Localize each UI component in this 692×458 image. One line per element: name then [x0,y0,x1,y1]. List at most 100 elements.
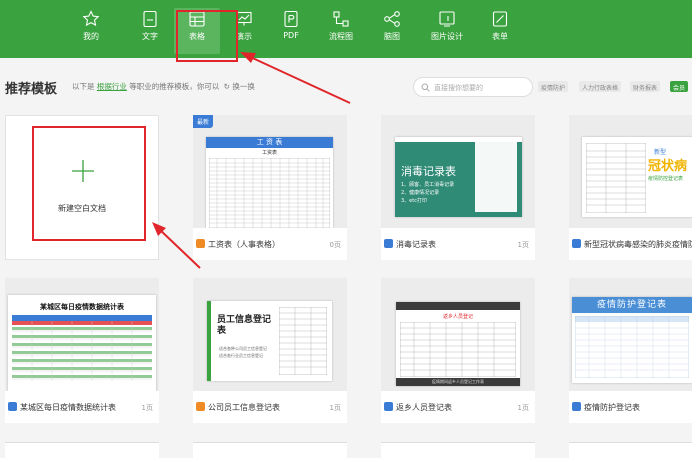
template-caption: 公司员工信息登记表 [196,402,280,413]
nav-item-pdf[interactable]: PDF [268,8,314,54]
template-caption: 新型冠状病毒感染的肺炎疫情防 [572,239,692,250]
page-count: 1页 [517,241,529,249]
caption-text: 返乡人员登记表 [396,403,452,412]
template-thumbnail: 最新 工 资 表 工资表 [193,115,347,228]
template-thumbnail: 消毒记录表 1、顾客、员工消毒记录 2、健康情况记录 3、etc打印 [381,115,535,228]
nav-label: 我的 [83,32,99,41]
template-card-covid[interactable]: 新型 冠状病 疫情防控登记表 新型冠状病毒感染的肺炎疫情防 [569,115,692,260]
covid-preview: 新型 冠状病 疫情防控登记表 [582,137,692,217]
partial-card[interactable] [381,442,535,458]
caption-text: 新型冠状病毒感染的肺炎疫情防 [584,240,692,249]
returnees-preview: 返乡人员登记 疫情期间返乡人员登记工作表 [396,302,520,386]
caption-text: 消毒记录表 [396,240,436,249]
template-card-returnees[interactable]: 返乡人员登记 疫情期间返乡人员登记工作表 返乡人员登记表 1页 [381,278,535,423]
subtitle-suffix: 等职业的推荐模板，你可以 [129,82,220,91]
sheet-grid [208,157,331,228]
nav-label: 演示 [236,32,252,41]
page-title: 推荐模板 [5,82,58,97]
disinfection-preview: 消毒记录表 1、顾客、员工消毒记录 2、健康情况记录 3、etc打印 [395,137,522,217]
nav-label: 图片设计 [431,32,463,41]
covid-sheet [586,143,646,213]
protection-title: 疫情防护登记表 [572,297,692,313]
page-count: 1页 [141,404,153,412]
nav-label: PDF [283,31,299,40]
nav-item-presentation[interactable]: 演示 [221,8,267,54]
employee-form [279,307,327,375]
nav-item-image-design[interactable]: 图片设计 [424,8,470,54]
new-badge: 最新 [193,115,214,128]
nav-item-mine[interactable]: 我的 [68,8,114,54]
caption-text: 公司员工信息登记表 [208,403,280,412]
plus-icon [72,160,94,182]
new-blank-doc-label: 新建空白文档 [58,204,106,213]
preview-line: 1、顾客、员工消毒记录 [401,182,455,188]
next-row-partial [0,442,692,458]
page-count: 1页 [517,404,529,412]
nav-label: 脑图 [384,32,400,41]
template-caption: 消毒记录表 [384,239,436,250]
returnees-title: 返乡人员登记 [442,314,473,320]
tag-member[interactable]: 会员 [670,81,689,92]
presentation-icon [236,11,252,26]
returnees-grid [399,321,517,378]
sheet-preview: 工 资 表 工资表 [206,137,333,228]
subtitle-prefix: 以下是 [72,82,95,91]
caption-text: 工资表（人事表格） [208,240,280,249]
page-count: 1页 [329,404,341,412]
premium-icon [196,402,205,411]
district-title: 某城区每日疫情数据统计表 [40,303,124,311]
mindmap-icon [384,11,400,27]
template-card-employee-info[interactable]: 员工信息登记表 适合各种公司员工信息登记 适合各行业员工信息登记 公司员工信息登… [193,278,347,423]
search-input[interactable]: 直接搜你想要的 [413,77,533,97]
caption-text: 某城区每日疫情数据统计表 [20,403,116,412]
nav-item-text[interactable]: 文字 [127,8,173,54]
industry-link[interactable]: 根据行业 [97,82,127,91]
image-design-icon [439,11,455,27]
template-caption: 某城区每日疫情数据统计表 [8,402,116,413]
tag-epidemic[interactable]: 疫情防护 [538,81,569,92]
partial-card[interactable] [193,442,347,458]
protection-grid [574,315,690,379]
page-count: 0页 [329,241,341,249]
caption-text: 疫情防护登记表 [584,403,640,412]
free-icon [572,402,581,411]
new-blank-doc-card[interactable]: 新建空白文档 [5,115,159,260]
template-thumbnail: 员工信息登记表 适合各种公司员工信息登记 适合各行业员工信息登记 [193,278,347,391]
preview-lines: 1、顾客、员工消毒记录 2、健康情况记录 3、etc打印 [401,181,454,205]
preview-line: 2、健康情况记录 [401,190,440,196]
sheet-title: 工 资 表 [206,137,333,148]
template-card-disinfection[interactable]: 消毒记录表 1、顾客、员工消毒记录 2、健康情况记录 3、etc打印 消毒记录表… [381,115,535,260]
partial-card[interactable] [569,442,692,458]
nav-label: 流程图 [329,32,353,41]
spreadsheet-icon [189,11,205,27]
nav-label: 表格 [189,32,205,41]
employee-preview: 员工信息登记表 适合各种公司员工信息登记 适合各行业员工信息登记 [207,301,332,381]
tag-hr-admin[interactable]: 人力行政表格 [579,81,622,92]
nav-item-mindmap[interactable]: 脑图 [369,8,415,54]
free-icon [384,402,393,411]
nav-item-form[interactable]: 表单 [477,8,523,54]
template-card-district-stats[interactable]: 某城区每日疫情数据统计表 某城区每日疫情数据统计表 1页 [5,278,159,423]
free-icon [572,239,581,248]
template-caption: 工资表（人事表格） [196,239,280,250]
template-thumbnail: 某城区每日疫情数据统计表 [5,278,159,391]
free-icon [384,239,393,248]
district-grid [12,315,152,381]
template-card-salary[interactable]: 最新 工 资 表 工资表 工资表（人事表格） 0页 [193,115,347,260]
refresh-button[interactable]: ↻ 换一换 [224,82,255,91]
template-thumbnail: 返乡人员登记 疫情期间返乡人员登记工作表 [381,278,535,391]
nav-label: 表单 [492,32,508,41]
tag-finance[interactable]: 财务报表 [630,81,661,92]
nav-item-flowchart[interactable]: 流程图 [318,8,364,54]
template-card-protection[interactable]: 疫情防护登记表 疫情防护登记表 [569,278,692,423]
sheet-subtitle: 工资表 [261,150,277,156]
search-placeholder: 直接搜你想要的 [434,84,483,92]
preview-line: 适合各种公司员工信息登记 [219,346,267,351]
returnees-footer: 疫情期间返乡人员登记工作表 [396,378,520,386]
nav-item-spreadsheet[interactable]: 表格 [174,8,220,54]
covid-sub: 疫情防控登记表 [648,176,684,182]
protection-preview: 疫情防护登记表 [572,297,692,383]
partial-card[interactable] [5,442,159,458]
district-preview: 某城区每日疫情数据统计表 [8,295,156,391]
template-thumbnail: 新型 冠状病 疫情防控登记表 [569,115,692,228]
